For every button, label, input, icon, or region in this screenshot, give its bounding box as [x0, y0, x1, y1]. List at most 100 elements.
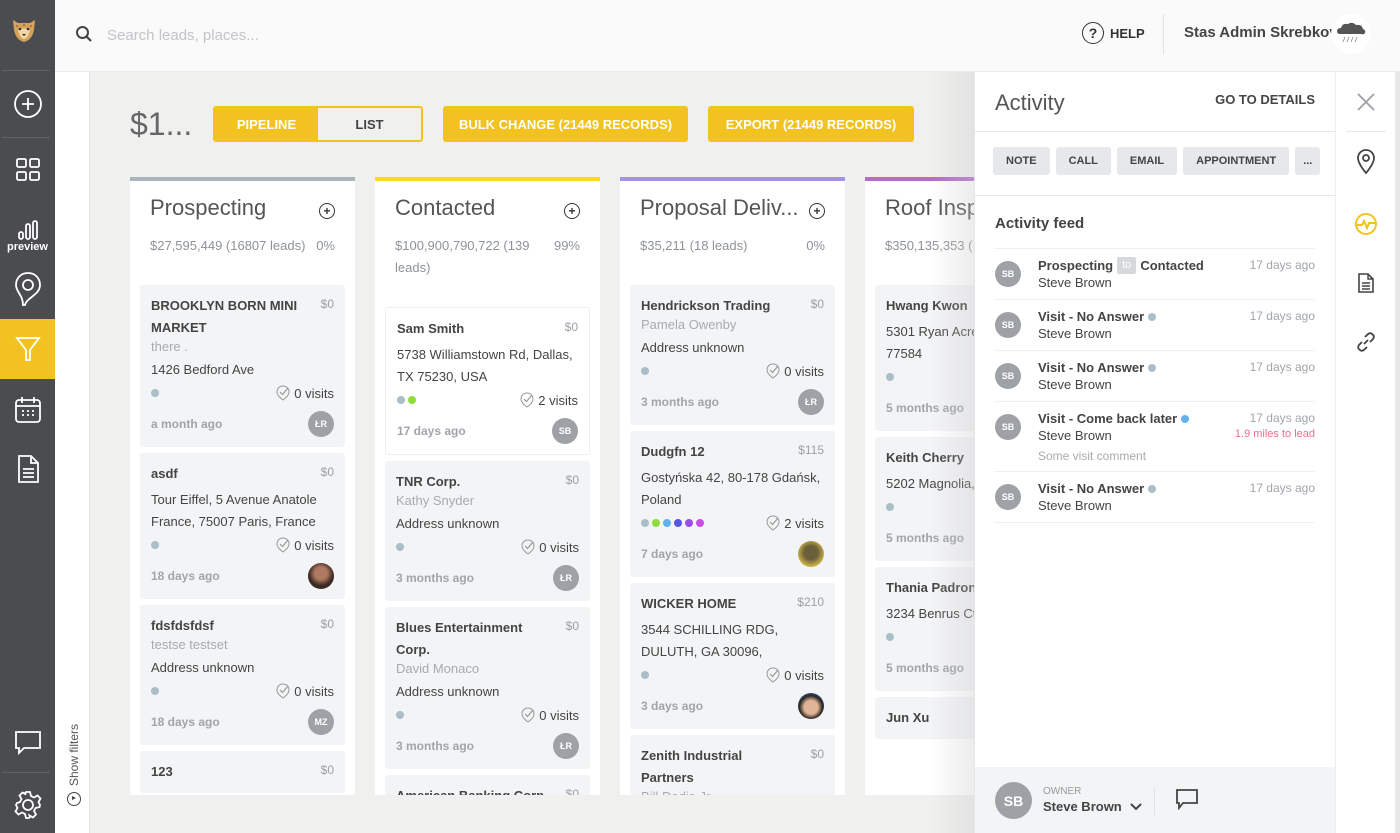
feed-item[interactable]: SB Prospecting to Contacted Steve Brown 17 da…: [994, 249, 1315, 300]
lead-address: 3544 SCHILLING RDG, DULUTH, GA 30096,: [641, 622, 779, 659]
status-dot: [151, 541, 159, 549]
column-title: Contacted: [395, 195, 496, 220]
lead-address: Address unknown: [396, 684, 500, 699]
nav-map[interactable]: [0, 268, 55, 310]
nav-messages[interactable]: [0, 726, 55, 760]
lead-amount: $0: [320, 297, 334, 311]
activity-feed-title: Activity feed: [995, 215, 1085, 232]
lead-card[interactable]: Dudgfn 12 $115 Gostyńska 42, 80-178 Gdańsk…: [630, 431, 835, 577]
column-stats: $100,900,790,722 (139 leads): [395, 238, 530, 275]
lead-name: Blues Entertainment Corp.: [396, 620, 523, 657]
column-percent: 0%: [316, 238, 335, 253]
divider: [1346, 131, 1386, 132]
lead-contact: Kathy Snyder: [396, 493, 475, 508]
feed-item[interactable]: SB Visit - No Answer Steve Brown 17 days ag…: [994, 300, 1315, 351]
lead-address: 1426 Bedford Ave: [151, 362, 255, 377]
lead-card[interactable]: American Banking Corp.$0: [385, 775, 590, 795]
link-icon: [1357, 332, 1375, 352]
column-title: Prospecting: [150, 195, 267, 220]
email-button[interactable]: EMAIL: [1116, 147, 1178, 175]
grid-icon: [15, 158, 40, 181]
status-dot: [886, 373, 894, 381]
lead-card[interactable]: TNR Corp. $0 Kathy Snyder Address unknown 0 …: [385, 461, 590, 601]
lead-amount: $0: [320, 465, 334, 479]
nav-documents[interactable]: [0, 450, 55, 488]
nav-dashboard[interactable]: [0, 150, 55, 190]
lead-amount: $0: [320, 617, 334, 631]
lead-address: 5738 Williamstown Rd, Dallas, TX 75230, …: [397, 347, 573, 384]
status-dot: [685, 519, 693, 527]
pipeline-column: Prospecting + $27,595,449 (16807 leads) 0% B…: [130, 177, 355, 795]
status-dots: [397, 396, 416, 404]
filter-strip: [55, 72, 90, 833]
lead-updated-time: 3 days ago: [641, 699, 704, 713]
check-shield-icon: [521, 539, 535, 555]
lead-card[interactable]: fdsfdsfdsf $0 testse testset Address unknow…: [140, 605, 345, 745]
note-button[interactable]: NOTE: [993, 147, 1050, 175]
comment-icon[interactable]: [1175, 788, 1199, 810]
lead-updated-time: 5 months ago: [886, 661, 965, 675]
go-to-details-link[interactable]: GO TO DETAILS: [1215, 92, 1315, 107]
call-button[interactable]: CALL: [1055, 147, 1111, 175]
user-name[interactable]: Stas Admin Skrebkov: [1184, 24, 1338, 41]
lead-card[interactable]: WICKER HOME $210 3544 SCHILLING RDG, DULUT…: [630, 583, 835, 729]
lead-contact: there .: [151, 339, 188, 354]
rail-activity-button[interactable]: [1336, 212, 1396, 236]
add-lead-icon[interactable]: +: [809, 203, 825, 219]
visits-count: 2 visits: [520, 392, 578, 408]
lead-card[interactable]: BROOKLYN BORN MINI MARKET $0 there . 1426 B…: [140, 285, 345, 447]
feed-item[interactable]: SB Visit - No Answer Steve Brown 17 days ag…: [994, 472, 1315, 523]
column-percent: 99%: [553, 238, 580, 253]
export-button[interactable]: EXPORT (21449 RECORDS): [708, 106, 914, 142]
list-view-button[interactable]: LIST: [318, 108, 421, 140]
nav-preview[interactable]: preview: [0, 214, 55, 258]
more-actions-button[interactable]: ...: [1295, 147, 1321, 175]
chat-icon: [14, 731, 41, 756]
owner-avatar: [308, 563, 334, 589]
cheetah-logo[interactable]: [10, 16, 38, 44]
feed-item[interactable]: SB Visit - No Answer Steve Brown 17 days ag…: [994, 351, 1315, 402]
nav-settings[interactable]: [0, 788, 55, 822]
lead-card[interactable]: asdf $0 Tour Eiffel, 5 Avenue Anatole Fran…: [140, 453, 345, 599]
bulk-change-button[interactable]: BULK CHANGE (21449 RECORDS): [443, 106, 688, 142]
lead-card[interactable]: 123 $0: [140, 751, 345, 793]
add-lead-icon[interactable]: +: [564, 203, 580, 219]
lead-contact: Pamela Owenby: [641, 317, 737, 332]
show-filters-toggle[interactable]: Show filters: [64, 724, 84, 819]
status-dots: [641, 367, 649, 375]
nav-add[interactable]: [0, 84, 55, 124]
right-rail: [1335, 72, 1395, 833]
lead-card[interactable]: Hendrickson Trading $0 Pamela Owenby Addres…: [630, 285, 835, 425]
help-button[interactable]: ? HELP: [1082, 22, 1145, 44]
search-input[interactable]: [107, 20, 707, 50]
card-list: BROOKLYN BORN MINI MARKET $0 there . 1426 B…: [140, 285, 345, 795]
lead-contact: Bill Dadio Jr: [641, 789, 824, 795]
rail-link-button[interactable]: [1336, 331, 1396, 353]
rail-documents-button[interactable]: [1336, 272, 1396, 294]
owner-select[interactable]: Steve Brown: [1043, 799, 1142, 814]
lead-card[interactable]: Sam Smith $0 5738 Williamstown Rd, Dallas,…: [385, 307, 590, 455]
lead-card[interactable]: Zenith Industrial Partners $0 Bill Dadio J…: [630, 735, 835, 795]
lead-address: Tour Eiffel, 5 Avenue Anatole France, 75…: [151, 492, 317, 529]
chevron-down-icon: [1130, 802, 1142, 810]
feed-time: 17 days ago: [1249, 481, 1315, 495]
check-shield-icon: [766, 667, 780, 683]
pipeline-view-button[interactable]: PIPELINE: [215, 108, 318, 140]
feed-user: Steve Brown: [1038, 498, 1112, 513]
visits-count: 2 visits: [766, 515, 824, 531]
add-lead-icon[interactable]: +: [319, 203, 335, 219]
feed-item[interactable]: SB Visit - Come back later Steve Brown 17 d…: [994, 402, 1315, 472]
appointment-button[interactable]: APPOINTMENT: [1183, 147, 1290, 175]
user-avatar[interactable]: [1331, 14, 1371, 54]
owner-footer: SB OWNER Steve Brown: [975, 767, 1335, 833]
rain-cloud-icon: [1337, 22, 1366, 43]
visits-label: 0 visits: [294, 385, 334, 401]
nav-pipeline[interactable]: [0, 319, 55, 379]
rail-map-button[interactable]: [1336, 148, 1396, 176]
nav-calendar[interactable]: [0, 392, 55, 428]
lead-address: Address unknown: [151, 660, 255, 675]
lead-address: Address unknown: [396, 516, 500, 531]
lead-card[interactable]: Blues Entertainment Corp. $0 David Monaco A…: [385, 607, 590, 769]
close-panel-button[interactable]: [1336, 92, 1396, 112]
close-icon: [1357, 93, 1375, 111]
